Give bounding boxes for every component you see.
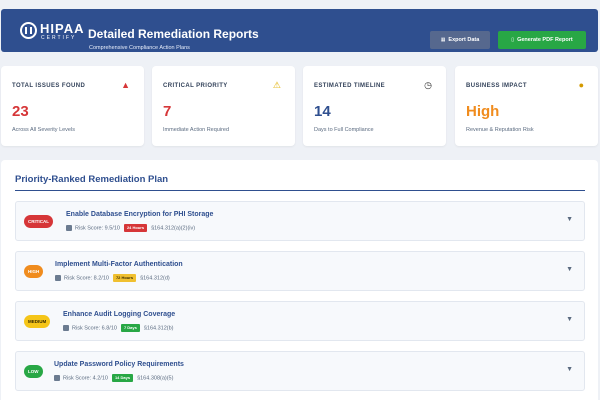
card-label: TOTAL ISSUES FOUND: [12, 83, 86, 89]
risk-score-icon: [66, 225, 72, 231]
export-data-label: Export Data: [448, 37, 480, 43]
chevron-down-icon[interactable]: ▼: [566, 215, 573, 225]
card-subtext: Revenue & Reputation Risk: [466, 127, 534, 133]
logo-sub: CERTIFY: [41, 35, 77, 41]
severity-badge: CRITICAL: [24, 215, 53, 228]
card-label: ESTIMATED TIMELINE: [314, 83, 386, 89]
timeframe-badge: 7 Days: [120, 324, 140, 332]
remediation-meta: Risk Score: 8.2/10 72 Hours §164.312(d): [55, 274, 170, 282]
card-label: CRITICAL PRIORITY: [163, 83, 228, 89]
severity-badge: MEDIUM: [24, 315, 51, 328]
plan-title: Priority-Ranked Remediation Plan: [15, 174, 169, 185]
remediation-title: Implement Multi-Factor Authentication: [55, 261, 183, 268]
risk-score: Risk Score: 4.2/10: [63, 375, 108, 382]
hipaa-citation: §164.308(a)(5): [137, 375, 174, 382]
hipaa-certify-logo[interactable]: HIPAA CERTIFY: [20, 21, 83, 43]
card-value: 23: [12, 103, 29, 120]
card-value: 14: [314, 103, 331, 120]
stopwatch-icon: ◷: [424, 80, 432, 90]
risk-score: Risk Score: 8.2/10: [64, 275, 109, 282]
hipaa-citation: §164.312(b): [143, 325, 174, 332]
app-header: HIPAA CERTIFY Detailed Remediation Repor…: [1, 9, 598, 52]
page-subtitle: Comprehensive Compliance Action Plans: [89, 45, 190, 51]
risk-score: Risk Score: 6.8/10: [72, 325, 117, 332]
divider: [15, 190, 585, 191]
document-icon: ▯: [511, 37, 515, 43]
card-business-impact: BUSINESS IMPACT ● High Revenue & Reputat…: [455, 66, 598, 146]
timeframe-badge: 24 Hours: [123, 224, 148, 232]
remediation-item[interactable]: CRITICAL Enable Database Encryption for …: [15, 201, 585, 241]
logo-mark-icon: [20, 22, 37, 39]
card-critical-priority: CRITICAL PRIORITY ⚠ 7 Immediate Action R…: [152, 66, 295, 146]
severity-badge: HIGH: [24, 265, 44, 278]
remediation-item[interactable]: HIGH Implement Multi-Factor Authenticati…: [15, 251, 585, 291]
card-subtext: Days to Full Compliance: [314, 127, 374, 133]
card-subtext: Across All Severity Levels: [12, 127, 75, 133]
remediation-title: Enable Database Encryption for PHI Stora…: [66, 211, 214, 218]
card-value: 7: [163, 103, 172, 120]
card-total-issues: TOTAL ISSUES FOUND ▲ 23 Across All Sever…: [1, 66, 144, 146]
risk-score-icon: [55, 275, 61, 281]
chevron-down-icon[interactable]: ▼: [566, 315, 573, 325]
remediation-meta: Risk Score: 6.8/10 7 Days §164.312(b): [63, 324, 174, 332]
risk-score: Risk Score: 9.5/10: [75, 225, 120, 232]
remediation-title: Enhance Audit Logging Coverage: [63, 311, 176, 318]
risk-score-icon: [63, 325, 69, 331]
card-value: High: [466, 103, 500, 120]
timeframe-badge: 14 Days: [111, 374, 134, 382]
remediation-item[interactable]: MEDIUM Enhance Audit Logging Coverage Ri…: [15, 301, 585, 341]
export-data-button[interactable]: ▦ Export Data: [430, 31, 490, 49]
page-title: Detailed Remediation Reports: [88, 27, 259, 41]
remediation-meta: Risk Score: 4.2/10 14 Days §164.308(a)(5): [54, 374, 173, 382]
remediation-meta: Risk Score: 9.5/10 24 Hours §164.312(a)(2)…: [66, 224, 195, 232]
chevron-down-icon[interactable]: ▼: [566, 365, 573, 375]
remediation-title: Update Password Policy Requirements: [54, 361, 184, 368]
severity-badge: LOW: [24, 365, 43, 378]
chevron-down-icon[interactable]: ▼: [566, 265, 573, 275]
generate-pdf-report-button[interactable]: ▯ Generate PDF Report: [498, 31, 586, 49]
alarm-icon: ▲: [121, 80, 130, 90]
hipaa-citation: §164.312(d): [140, 275, 170, 282]
remediation-plan-panel: Priority-Ranked Remediation Plan CRITICA…: [1, 160, 598, 400]
card-estimated-timeline: ESTIMATED TIMELINE ◷ 14 Days to Full Com…: [303, 66, 446, 146]
medal-icon: ●: [578, 80, 584, 90]
download-icon: ▦: [440, 37, 446, 43]
card-label: BUSINESS IMPACT: [466, 83, 527, 89]
hipaa-citation: §164.312(a)(2)(iv): [151, 225, 196, 232]
timeframe-badge: 72 Hours: [112, 274, 137, 282]
risk-score-icon: [54, 375, 60, 381]
remediation-item[interactable]: LOW Update Password Policy Requirements …: [15, 351, 585, 391]
warning-icon: ⚠: [272, 80, 281, 90]
card-subtext: Immediate Action Required: [163, 127, 230, 133]
generate-pdf-label: Generate PDF Report: [517, 37, 573, 43]
logo-word: HIPAA: [40, 21, 85, 36]
